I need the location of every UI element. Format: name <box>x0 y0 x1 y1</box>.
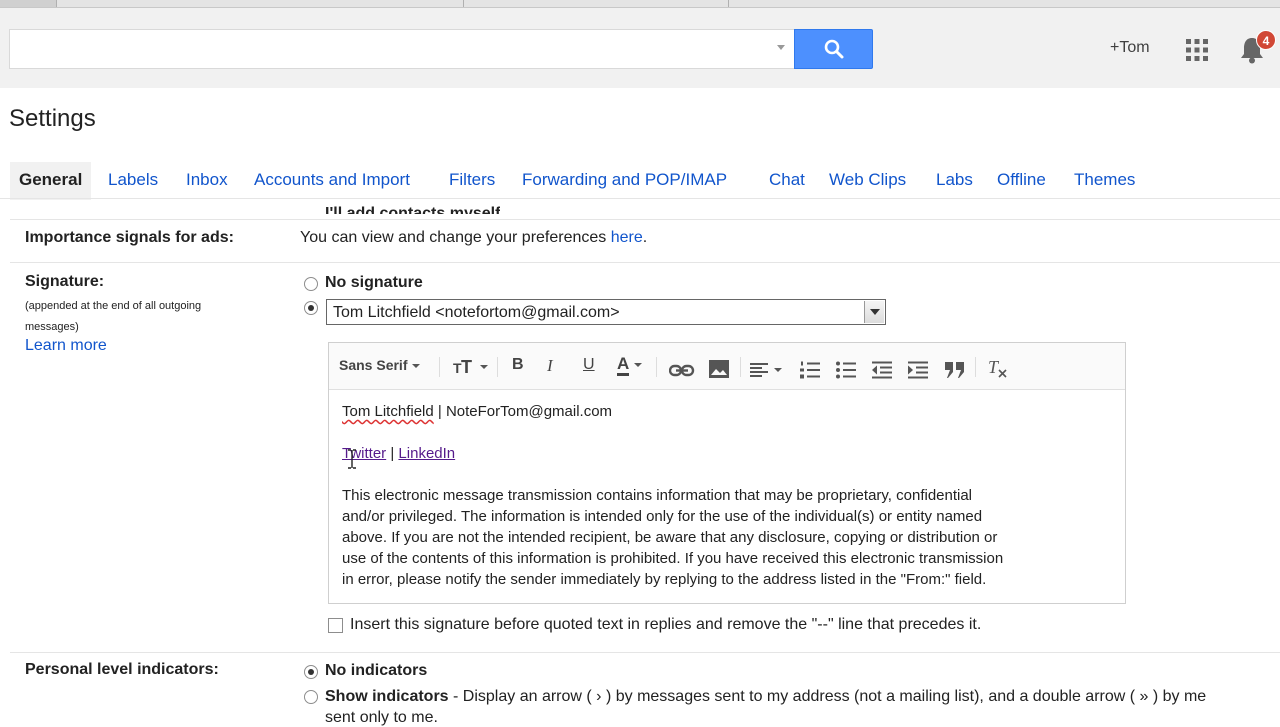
tab-accounts-and-import[interactable]: Accounts and Import <box>254 170 410 190</box>
disclaimer-line: in error, please notify the sender immed… <box>342 571 987 588</box>
tab-offline[interactable]: Offline <box>997 170 1046 190</box>
text-color-label: A <box>617 354 630 376</box>
row-divider <box>10 262 1280 263</box>
tabs-divider <box>0 198 1280 199</box>
svg-text:T: T <box>988 357 1000 377</box>
select-dropdown-icon[interactable] <box>864 301 884 323</box>
apps-grid-icon[interactable] <box>1185 38 1209 62</box>
text-cursor-icon <box>348 449 356 469</box>
notification-count-badge: 4 <box>1256 30 1276 50</box>
no-indicators-label[interactable]: No indicators <box>325 662 427 680</box>
tab-forwarding-pop-imap[interactable]: Forwarding and POP/IMAP <box>522 170 727 190</box>
formatting-toolbar: Sans Serif TT B I U A T <box>329 343 1125 390</box>
social-separator: | <box>386 445 399 462</box>
signature-email: NoteForTom@gmail.com <box>445 403 613 420</box>
numbered-list-icon[interactable] <box>800 358 820 382</box>
search-options-chevron-icon[interactable] <box>777 45 785 50</box>
font-family-label: Sans Serif <box>339 357 408 373</box>
profile-link[interactable]: +Tom <box>1110 39 1150 57</box>
signature-label: Signature: <box>25 273 105 290</box>
toolbar-divider <box>656 357 657 377</box>
signature-disclaimer: This electronic message transmission con… <box>342 485 1112 590</box>
show-indicators-description: - Display an arrow ( › ) by messages sen… <box>448 688 1207 705</box>
insert-before-quoted-label[interactable]: Insert this signature before quoted text… <box>350 616 981 634</box>
text-size-icon[interactable]: TT <box>453 356 489 380</box>
settings-tabs: General Labels Inbox Accounts and Import… <box>10 162 1210 200</box>
importance-description: You can view and change your preferences <box>300 229 607 246</box>
importance-label: Importance signals for ads: <box>25 229 234 246</box>
show-indicators-option[interactable]: Show indicators - Display an arrow ( › )… <box>325 688 1206 706</box>
link-icon[interactable] <box>669 359 695 383</box>
no-indicators-radio[interactable] <box>304 665 318 679</box>
learn-more-link[interactable]: Learn more <box>25 337 107 355</box>
linkedin-link[interactable]: LinkedIn <box>398 445 455 462</box>
signature-account-radio[interactable] <box>304 301 318 315</box>
font-family-menu[interactable]: Sans Serif <box>339 357 421 381</box>
browser-tab-strip <box>0 0 1280 8</box>
importance-preferences-link[interactable]: here <box>611 229 643 246</box>
disclaimer-line: and/or privileged. The information is in… <box>342 508 983 525</box>
bulleted-list-icon[interactable] <box>836 358 856 382</box>
signature-sublabel: (appended at the end of all outgoing mes… <box>25 300 202 333</box>
signature-account-select[interactable]: Tom Litchfield <notefortom@gmail.com> <box>326 299 886 325</box>
signature-account-value: Tom Litchfield <notefortom@gmail.com> <box>333 304 620 321</box>
signature-name: Tom Litchfield <box>342 403 434 420</box>
importance-period: . <box>642 229 648 246</box>
italic-button[interactable]: I <box>547 356 553 380</box>
text-color-button[interactable]: A <box>617 354 643 378</box>
page-title: Settings <box>9 105 96 132</box>
indent-less-icon[interactable] <box>872 358 892 382</box>
row-divider <box>10 219 1280 220</box>
toolbar-divider <box>439 357 440 377</box>
show-indicators-description-line2: sent only to me. <box>325 709 438 726</box>
indent-more-icon[interactable] <box>908 358 928 382</box>
search-input[interactable] <box>9 29 795 69</box>
toolbar-divider <box>740 357 741 377</box>
signature-separator: | <box>433 403 446 420</box>
toolbar-divider <box>975 357 976 377</box>
align-icon[interactable] <box>750 358 782 382</box>
tab-inbox[interactable]: Inbox <box>186 170 228 190</box>
personal-level-label: Personal level indicators: <box>25 661 219 678</box>
search-button[interactable] <box>794 29 873 69</box>
svg-text:T: T <box>461 357 472 377</box>
tab-labs[interactable]: Labs <box>936 170 973 190</box>
signature-name-line: Tom Litchfield | NoteForTom@gmail.com <box>342 401 1112 422</box>
disclaimer-line: use of the contents of this information … <box>342 550 1004 567</box>
tab-labels[interactable]: Labels <box>108 170 158 190</box>
toolbar-divider <box>497 357 498 377</box>
tab-web-clips[interactable]: Web Clips <box>829 170 906 190</box>
bold-button[interactable]: B <box>512 356 524 380</box>
cutoff-contact-option: I'll add contacts myself <box>325 205 501 214</box>
tab-chat[interactable]: Chat <box>769 170 805 190</box>
tab-themes[interactable]: Themes <box>1074 170 1135 190</box>
search-icon <box>824 39 844 59</box>
insert-before-quoted-checkbox[interactable] <box>328 618 343 633</box>
remove-formatting-icon[interactable]: T <box>988 356 1008 380</box>
row-divider <box>10 652 1280 653</box>
underline-button[interactable]: U <box>583 356 595 380</box>
no-signature-radio[interactable] <box>304 277 318 291</box>
show-indicators-radio[interactable] <box>304 690 318 704</box>
tab-general[interactable]: General <box>10 162 92 200</box>
signature-content[interactable]: Tom Litchfield | NoteForTom@gmail.com Tw… <box>342 401 1112 590</box>
image-icon[interactable] <box>708 357 730 381</box>
quote-icon[interactable] <box>945 358 965 382</box>
signature-editor[interactable]: Sans Serif TT B I U A T Tom Litchfield |… <box>328 342 1126 604</box>
show-indicators-label: Show indicators <box>325 688 449 705</box>
disclaimer-line: above. If you are not the intended recip… <box>342 529 998 546</box>
disclaimer-line: This electronic message transmission con… <box>342 487 973 504</box>
importance-text: You can view and change your preferences… <box>300 229 647 247</box>
no-signature-label[interactable]: No signature <box>325 274 423 292</box>
tab-filters[interactable]: Filters <box>449 170 495 190</box>
signature-social-line: Twitter | LinkedIn <box>342 443 1112 464</box>
